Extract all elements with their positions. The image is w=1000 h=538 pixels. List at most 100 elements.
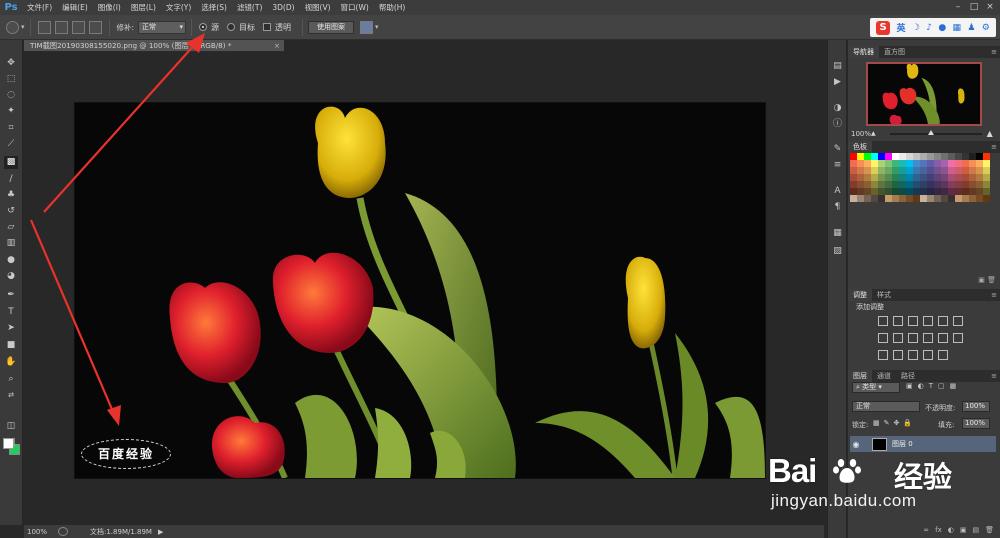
color-swatch[interactable] <box>927 181 934 188</box>
swap-colors-icon[interactable]: ⇄ <box>4 389 18 402</box>
color-swatch[interactable] <box>878 153 885 160</box>
color-swatch[interactable] <box>857 160 864 167</box>
patch-mode-select[interactable]: 正常 <box>138 20 187 34</box>
use-pattern-button[interactable]: 使用图案 <box>308 20 355 34</box>
adjustment-icon[interactable] <box>878 350 888 360</box>
new-group-icon[interactable]: ▣ <box>960 526 967 538</box>
color-swatch[interactable] <box>850 153 857 160</box>
adjustment-icon[interactable] <box>908 316 918 326</box>
zoom-tool-icon[interactable]: ⌕ <box>4 373 18 386</box>
patch-tool-preset-icon[interactable] <box>6 20 19 34</box>
styles-panel-icon[interactable]: ▨ <box>831 245 844 257</box>
character-panel-icon[interactable]: A <box>831 185 844 197</box>
color-swatch[interactable] <box>969 153 976 160</box>
color-swatch[interactable] <box>976 153 983 160</box>
color-swatch[interactable] <box>920 153 927 160</box>
color-swatch[interactable] <box>899 174 906 181</box>
tab-swatches[interactable]: 色板 <box>848 141 872 153</box>
color-swatch[interactable] <box>948 160 955 167</box>
color-swatch[interactable] <box>969 167 976 174</box>
color-swatch[interactable] <box>962 174 969 181</box>
color-swatch[interactable] <box>913 195 920 202</box>
color-swatch[interactable] <box>962 167 969 174</box>
color-swatch[interactable] <box>857 153 864 160</box>
color-swatch[interactable] <box>927 167 934 174</box>
color-swatch[interactable] <box>927 153 934 160</box>
color-swatch[interactable] <box>892 181 899 188</box>
color-swatch[interactable] <box>955 174 962 181</box>
marquee-tool-icon[interactable]: ⬚ <box>4 73 18 86</box>
color-swatch[interactable] <box>878 188 885 195</box>
color-swatch[interactable] <box>906 181 913 188</box>
color-swatch[interactable] <box>885 174 892 181</box>
color-swatch[interactable] <box>962 195 969 202</box>
color-swatch[interactable] <box>878 167 885 174</box>
adjustment-icon[interactable] <box>938 333 948 343</box>
moon-icon[interactable]: ☽ <box>912 23 920 33</box>
color-swatch[interactable] <box>899 160 906 167</box>
color-swatch[interactable] <box>976 181 983 188</box>
quick-mask-icon[interactable]: ◫ <box>4 420 18 433</box>
menu-3d[interactable]: 3D(D) <box>267 3 299 12</box>
color-swatch[interactable] <box>941 167 948 174</box>
adjustment-icon[interactable] <box>893 316 903 326</box>
color-swatch[interactable] <box>850 167 857 174</box>
music-icon[interactable]: ♪ <box>926 23 932 33</box>
color-swatch[interactable] <box>906 188 913 195</box>
color-swatch[interactable] <box>885 153 892 160</box>
blend-mode-select[interactable]: 正常 <box>852 401 920 412</box>
tab-paths[interactable]: 路径 <box>896 370 920 382</box>
minimize-button[interactable]: – <box>950 0 966 15</box>
color-swatch[interactable] <box>885 195 892 202</box>
color-swatch[interactable] <box>920 174 927 181</box>
tab-navigator[interactable]: 导航器 <box>848 46 879 58</box>
status-info-icon[interactable] <box>58 527 68 536</box>
layer-style-icon[interactable]: fx <box>935 526 942 538</box>
color-swatch[interactable] <box>871 160 878 167</box>
adjustment-layer-icon[interactable]: ◐ <box>948 526 954 538</box>
color-swatch[interactable] <box>906 160 913 167</box>
color-swatch[interactable] <box>983 160 990 167</box>
menu-help[interactable]: 帮助(H) <box>374 2 411 13</box>
color-swatch[interactable] <box>934 188 941 195</box>
actions-panel-icon[interactable]: ▶ <box>831 76 844 88</box>
panel-menu-icon[interactable]: ≡ <box>991 141 997 153</box>
color-swatch[interactable] <box>976 167 983 174</box>
color-swatch[interactable] <box>850 181 857 188</box>
color-swatch[interactable] <box>913 160 920 167</box>
color-swatch[interactable] <box>969 160 976 167</box>
tab-channels[interactable]: 通道 <box>872 370 896 382</box>
color-swatch[interactable] <box>962 188 969 195</box>
color-swatch[interactable] <box>920 195 927 202</box>
color-swatch[interactable] <box>948 188 955 195</box>
info-panel-icon[interactable]: ⓘ <box>831 118 844 130</box>
color-swatch[interactable] <box>955 181 962 188</box>
mic-icon[interactable]: ● <box>938 23 946 33</box>
preset-chevron-icon[interactable]: ▾ <box>21 23 25 31</box>
color-swatch[interactable] <box>955 188 962 195</box>
color-swatch[interactable] <box>892 153 899 160</box>
magic-wand-tool-icon[interactable]: ✦ <box>4 105 18 118</box>
color-swatch[interactable] <box>955 195 962 202</box>
color-swatch[interactable] <box>850 188 857 195</box>
navigator-zoom-slider[interactable] <box>889 129 982 135</box>
color-swatch[interactable] <box>913 174 920 181</box>
color-swatch[interactable] <box>885 167 892 174</box>
gradient-tool-icon[interactable]: ▥ <box>4 237 18 250</box>
canvas-area[interactable]: 百度经验 <box>24 53 824 525</box>
color-swatch[interactable] <box>913 153 920 160</box>
color-swatch[interactable] <box>955 167 962 174</box>
source-radio[interactable]: 源 <box>199 22 219 33</box>
adjustment-icon[interactable] <box>908 333 918 343</box>
color-swatch[interactable] <box>892 160 899 167</box>
color-swatch[interactable] <box>857 195 864 202</box>
color-swatch[interactable] <box>983 181 990 188</box>
color-swatch[interactable] <box>941 160 948 167</box>
color-swatch[interactable] <box>927 160 934 167</box>
color-swatch[interactable] <box>899 153 906 160</box>
slider-knob[interactable] <box>927 129 934 135</box>
eyedropper-tool-icon[interactable]: ⟋ <box>4 138 18 151</box>
panel-menu-icon[interactable]: ≡ <box>991 46 997 58</box>
color-swatch[interactable] <box>878 160 885 167</box>
panel-menu-icon[interactable]: ≡ <box>991 289 997 301</box>
